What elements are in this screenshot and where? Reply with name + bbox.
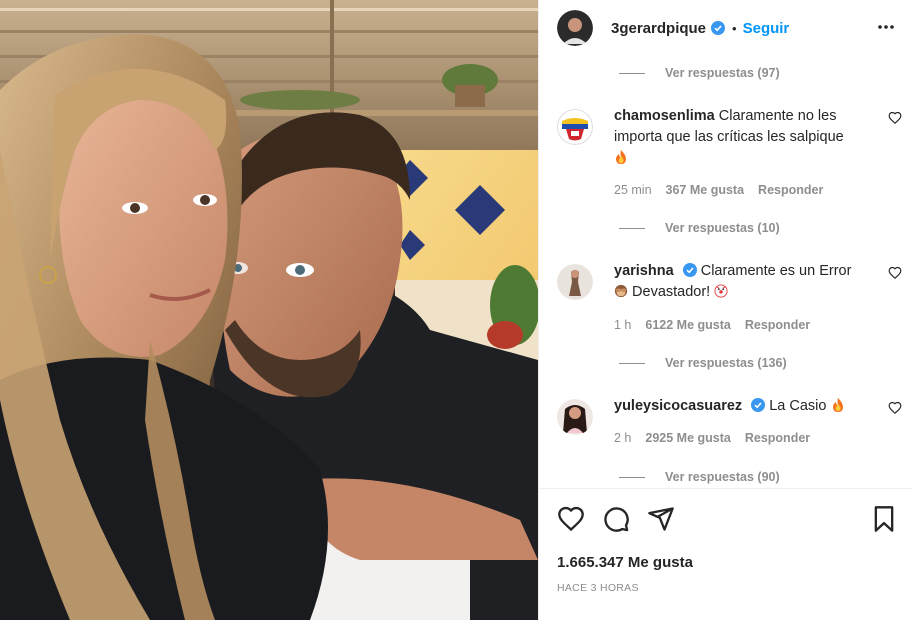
post-photo[interactable] — [0, 0, 538, 620]
author-avatar[interactable] — [557, 10, 593, 46]
commenter-username[interactable]: chamosenlima — [614, 108, 715, 124]
comment-text: chamosenlima Claramente no les importa q… — [614, 106, 864, 169]
reply-button[interactable]: Responder — [745, 431, 810, 445]
comment-time: 1 h — [614, 318, 632, 332]
post-header: 3gerardpique • Seguir — [539, 0, 913, 56]
comment-body: Claramente es un Error — [700, 263, 852, 279]
reply-button[interactable]: Responder — [745, 318, 810, 332]
fire-emoji-icon — [616, 150, 626, 164]
view-replies-label: Ver respuestas (10) — [665, 221, 780, 235]
comment-like-icon[interactable] — [888, 266, 902, 280]
comment-text: yuleysicocasuarez La Casio — [614, 396, 864, 417]
view-replies-label: Ver respuestas (90) — [665, 470, 780, 484]
comment-time: 2 h — [614, 431, 632, 445]
commenter-avatar[interactable] — [557, 399, 593, 435]
fire-emoji-icon — [832, 398, 843, 412]
comment-meta: 1 h 6122 Me gusta Responder — [614, 318, 824, 332]
instagram-post: 3gerardpique • Seguir Ver respuestas (97… — [0, 0, 913, 620]
heart-icon[interactable] — [557, 505, 585, 533]
comment-likes[interactable]: 6122 Me gusta — [645, 318, 730, 332]
more-options-icon[interactable] — [876, 17, 896, 37]
verified-badge-icon — [682, 263, 697, 277]
comment-like-icon[interactable] — [888, 401, 902, 415]
view-replies-label: Ver respuestas (97) — [665, 66, 780, 80]
comment-likes[interactable]: 2925 Me gusta — [645, 431, 730, 445]
view-replies-label: Ver respuestas (136) — [665, 356, 787, 370]
reply-button[interactable]: Responder — [758, 183, 823, 197]
post-likes-count[interactable]: 1.665.347 Me gusta — [557, 554, 693, 571]
comment-meta: 2 h 2925 Me gusta Responder — [614, 431, 824, 445]
comment-likes[interactable]: 367 Me gusta — [666, 183, 745, 197]
commenter-avatar[interactable] — [557, 264, 593, 300]
separator-dot: • — [732, 20, 737, 36]
replies-divider — [619, 72, 645, 74]
replies-divider — [619, 227, 645, 229]
post-actions-bar — [539, 488, 913, 548]
view-replies-link[interactable]: Ver respuestas (90) — [619, 470, 780, 484]
view-replies-link[interactable]: Ver respuestas (136) — [619, 356, 787, 370]
replies-divider — [619, 476, 645, 478]
author-username[interactable]: 3gerardpique — [611, 20, 706, 37]
commenter-avatar[interactable] — [557, 109, 593, 145]
comment-body: La Casio — [769, 398, 827, 414]
see-no-evil-monkey-emoji-icon — [614, 284, 628, 298]
replies-divider — [619, 362, 645, 364]
post-timestamp[interactable]: HACE 3 HORAS — [557, 582, 639, 594]
comment-text: yarishna Claramente es un Error Devastad… — [614, 261, 864, 303]
post-side-panel: 3gerardpique • Seguir Ver respuestas (97… — [538, 0, 913, 620]
comments-list[interactable]: Ver respuestas (97) chamosenlima Clarame… — [539, 56, 913, 488]
view-replies-link[interactable]: Ver respuestas (10) — [619, 221, 780, 235]
clown-emoji-icon — [714, 284, 728, 298]
view-replies-link[interactable]: Ver respuestas (97) — [619, 66, 780, 80]
share-icon[interactable] — [647, 505, 675, 533]
verified-badge-icon — [751, 398, 766, 412]
commenter-username[interactable]: yarishna — [614, 263, 674, 279]
commenter-username[interactable]: yuleysicocasuarez — [614, 398, 742, 414]
comment-body-line2: Devastador! — [632, 284, 711, 300]
comment-like-icon[interactable] — [888, 111, 902, 125]
comment-meta: 25 min 367 Me gusta Responder — [614, 183, 837, 197]
comment-time: 25 min — [614, 183, 652, 197]
verified-badge-icon — [711, 21, 726, 35]
post-photo-image — [0, 0, 538, 620]
follow-button[interactable]: Seguir — [743, 20, 790, 37]
comment-icon[interactable] — [602, 505, 630, 533]
bookmark-icon[interactable] — [870, 505, 898, 533]
